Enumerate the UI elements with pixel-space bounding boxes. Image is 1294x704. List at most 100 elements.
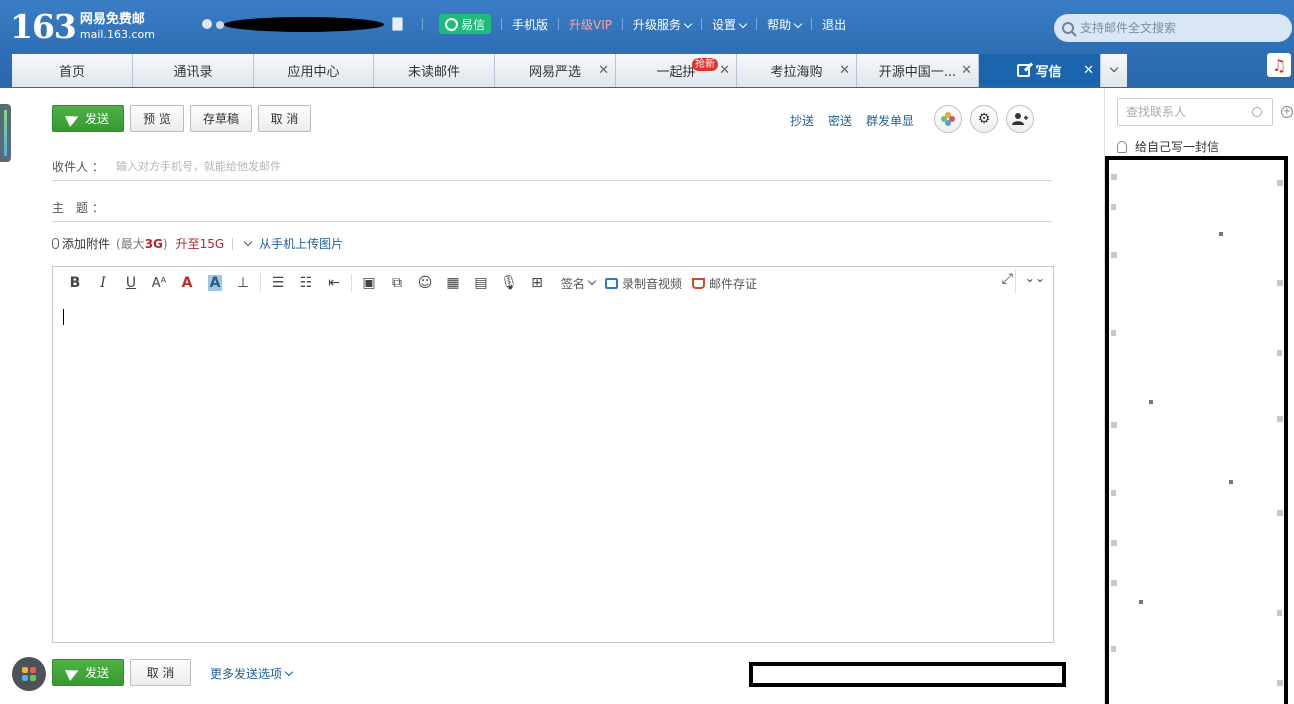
record-video-button[interactable]: 录制音视频 bbox=[605, 275, 682, 292]
close-icon[interactable]: ✕ bbox=[839, 63, 850, 78]
text-cursor bbox=[63, 309, 64, 325]
insert-image-icon[interactable]: ▣ bbox=[355, 271, 383, 295]
header: 163 网易免费邮 mail.163.com 易信 手机版 升级VIP 升级服务… bbox=[0, 0, 1294, 88]
attachment-row: 添加附件 (最大3G) 升至15G 从手机上传图片 bbox=[52, 235, 343, 252]
align-icon[interactable]: ☰ bbox=[264, 271, 292, 295]
tab-overflow-button[interactable] bbox=[1101, 54, 1127, 87]
upgrade-service-menu[interactable]: 升级服务 bbox=[633, 16, 693, 33]
indent-icon[interactable]: ⇤ bbox=[320, 271, 348, 295]
underline-icon[interactable]: U bbox=[117, 271, 145, 295]
logo-name: 网易免费邮 bbox=[79, 12, 145, 27]
help-menu[interactable]: 帮助 bbox=[767, 16, 803, 33]
template-icon[interactable]: ▦ bbox=[439, 271, 467, 295]
video-icon bbox=[605, 277, 619, 289]
font-color-icon[interactable]: A bbox=[173, 271, 201, 295]
bold-icon[interactable]: B bbox=[61, 271, 89, 295]
tab-contacts[interactable]: 通讯录 bbox=[133, 54, 254, 87]
highlight-color-icon[interactable]: A bbox=[201, 271, 229, 295]
write-to-self-link[interactable]: 给自己写一封信 bbox=[1117, 138, 1219, 155]
tab-bar: 首页 通讯录 应用中心 未读邮件 网易严选 ✕ 一起拼 抢新 ✕ 考拉海购 ✕ 开源中国… bbox=[12, 54, 1127, 87]
editor-toolbar: B I U Aᴬ A A ⊥ ☰ ☷ ⇤ ▣ ⧉ ☺ ▦ ▤ 🎙 ⊞ 签名 录制… bbox=[53, 267, 1053, 299]
user-account-redacted[interactable] bbox=[202, 16, 384, 33]
send-button[interactable]: 发送 bbox=[52, 105, 124, 132]
tab-app-center[interactable]: 应用中心 bbox=[254, 54, 374, 87]
format-brush-icon[interactable]: ⊥ bbox=[229, 271, 257, 295]
bcc-link[interactable]: 密送 bbox=[828, 112, 852, 129]
logout-link[interactable]: 退出 bbox=[822, 16, 846, 33]
upload-from-phone-link[interactable]: 从手机上传图片 bbox=[259, 235, 343, 252]
signature-menu[interactable]: 签名 bbox=[561, 275, 597, 292]
gear-icon[interactable]: ⚙ bbox=[970, 105, 998, 133]
logo-number: 163 bbox=[10, 7, 77, 46]
upgrade-storage-link[interactable]: 升至15G bbox=[176, 235, 225, 252]
logo-domain: mail.163.com bbox=[79, 28, 155, 41]
subject-input[interactable] bbox=[116, 201, 1052, 214]
recipient-row: 收件人 ： bbox=[52, 153, 1052, 181]
more-send-options[interactable]: 更多发送选项 bbox=[210, 665, 294, 682]
subject-label: 主 题 ： bbox=[52, 201, 104, 215]
close-icon[interactable]: ✕ bbox=[961, 63, 972, 78]
chevron-down-icon bbox=[1109, 63, 1119, 72]
save-draft-button[interactable]: 存草稿 bbox=[190, 105, 252, 132]
mail-logo[interactable]: 163 网易免费邮 mail.163.com bbox=[10, 10, 155, 44]
add-attachment-link[interactable]: 添加附件 bbox=[62, 235, 110, 252]
recipient-input[interactable] bbox=[116, 160, 1052, 173]
close-icon[interactable]: ✕ bbox=[1083, 63, 1094, 78]
tab-home[interactable]: 首页 bbox=[12, 54, 133, 87]
preview-button[interactable]: 预 览 bbox=[130, 105, 184, 132]
chevron-down-icon bbox=[738, 19, 748, 28]
recipient-label: 收件人 ： bbox=[52, 160, 104, 174]
add-icon[interactable]: + bbox=[1281, 106, 1293, 118]
paperclip-icon bbox=[52, 238, 59, 249]
cancel-button[interactable]: 取 消 bbox=[258, 105, 311, 132]
mail-search bbox=[1054, 14, 1292, 42]
contact-list-redacted[interactable] bbox=[1105, 156, 1288, 704]
tab-kaola[interactable]: 考拉海购 ✕ bbox=[737, 54, 857, 87]
microphone-icon[interactable]: 🎙 bbox=[495, 271, 523, 295]
expand-toolbar-icon[interactable]: ⌄⌄ bbox=[1014, 269, 1045, 293]
font-size-icon[interactable]: Aᴬ bbox=[145, 271, 173, 295]
contact-search-input[interactable] bbox=[1126, 105, 1244, 119]
italic-icon[interactable]: I bbox=[89, 271, 117, 295]
subject-row: 主 题 ： bbox=[52, 194, 1052, 222]
translate-icon[interactable]: ⊞ bbox=[523, 271, 551, 295]
bottom-cancel-button[interactable]: 取 消 bbox=[130, 659, 191, 686]
bullet-list-icon[interactable]: ☷ bbox=[292, 271, 320, 295]
search-icon[interactable] bbox=[1252, 107, 1262, 117]
tab-yanxuan[interactable]: 网易严选 ✕ bbox=[495, 54, 616, 87]
rich-text-editor[interactable]: B I U Aᴬ A A ⊥ ☰ ☷ ⇤ ▣ ⧉ ☺ ▦ ▤ 🎙 ⊞ 签名 录制… bbox=[52, 266, 1054, 643]
compose-pen-icon bbox=[1017, 64, 1031, 77]
apps-icon[interactable] bbox=[12, 657, 46, 691]
add-contact-icon[interactable] bbox=[1006, 105, 1034, 133]
mail-evidence-button[interactable]: 邮件存证 bbox=[692, 275, 757, 292]
group-single-link[interactable]: 群发单显 bbox=[866, 112, 914, 129]
screenshot-icon[interactable]: ⧉ bbox=[383, 271, 411, 295]
calendar-icon[interactable]: ▤ bbox=[467, 271, 495, 295]
recipient-options: 抄送 密送 群发单显 bbox=[790, 112, 928, 129]
settings-menu[interactable]: 设置 bbox=[712, 16, 748, 33]
close-icon[interactable]: ✕ bbox=[719, 63, 730, 78]
attachment-limit: (最大3G) bbox=[116, 237, 168, 251]
close-icon[interactable]: ✕ bbox=[598, 63, 609, 78]
business-card-icon[interactable] bbox=[392, 17, 403, 31]
mobile-version-link[interactable]: 手机版 bbox=[512, 16, 548, 33]
cc-link[interactable]: 抄送 bbox=[790, 112, 814, 129]
upgrade-vip-link[interactable]: 升级VIP bbox=[569, 16, 612, 33]
flower-icon[interactable] bbox=[934, 105, 962, 133]
contacts-panel: + 给自己写一封信 bbox=[1104, 88, 1294, 704]
fullscreen-icon[interactable]: ⤢ bbox=[1002, 271, 1013, 287]
tab-compose[interactable]: 写信 ✕ bbox=[979, 54, 1101, 87]
emoji-icon[interactable]: ☺ bbox=[411, 271, 439, 295]
tab-unread[interactable]: 未读邮件 bbox=[374, 54, 495, 87]
mail-search-input[interactable] bbox=[1080, 21, 1280, 35]
side-drawer-handle[interactable] bbox=[0, 104, 11, 162]
bottom-send-button[interactable]: 发送 bbox=[52, 659, 124, 686]
music-note-icon[interactable]: ♫ bbox=[1267, 53, 1291, 77]
search-icon[interactable] bbox=[1062, 22, 1074, 34]
yixin-button[interactable]: 易信 bbox=[439, 14, 492, 34]
tab-yiqipin[interactable]: 一起拼 抢新 ✕ bbox=[616, 54, 737, 87]
contact-search bbox=[1117, 98, 1273, 126]
chevron-down-icon[interactable] bbox=[243, 237, 253, 246]
tab-oschina[interactable]: 开源中国一... ✕ bbox=[857, 54, 979, 87]
send-plane-icon bbox=[65, 664, 81, 681]
